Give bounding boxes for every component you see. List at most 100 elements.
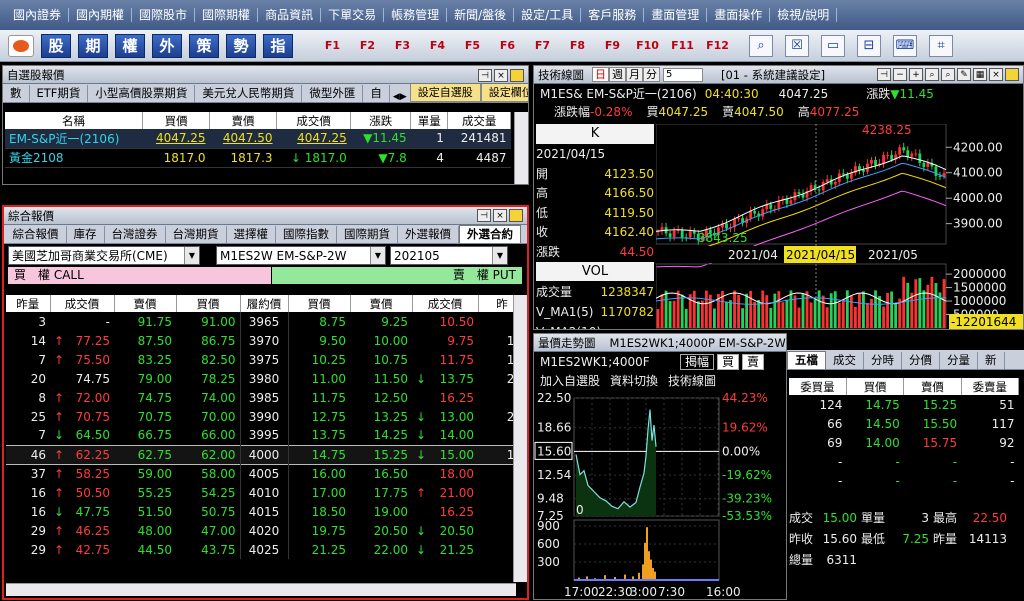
watch-col-header[interactable]: 賣價 xyxy=(209,112,278,129)
close-icon[interactable]: × xyxy=(989,68,1003,81)
depth-row[interactable]: 69 14.00 15.75 92 xyxy=(789,433,1019,452)
watch-tab-2[interactable]: 小型高價股票期貨 xyxy=(88,85,196,102)
menu-item-5[interactable]: 下單交易 xyxy=(321,8,385,22)
watch-col-header[interactable]: 名稱 xyxy=(5,112,144,129)
watch-col-header[interactable]: 成交量 xyxy=(447,112,511,129)
watch-tab-5[interactable]: 自 xyxy=(363,85,390,102)
combo-tab-0[interactable]: 綜合報價 xyxy=(6,226,67,243)
close-icon[interactable]: × xyxy=(494,69,508,82)
depth-row[interactable]: ---- xyxy=(789,471,1019,490)
period-button-0[interactable]: 日 xyxy=(592,67,609,82)
option-row[interactable]: 16↑50.5055.2554.25401017.0017.75↑21.001 xyxy=(6,483,526,502)
quick-key-0[interactable]: 股 xyxy=(41,33,71,58)
intraday-button-2[interactable]: 賣 xyxy=(742,353,765,370)
fkey-f6[interactable]: F6 xyxy=(490,39,525,52)
option-row[interactable]: 2074.7579.0078.25398011.0011.50↓13.7525 xyxy=(6,369,526,388)
period-button-2[interactable]: 月 xyxy=(626,67,643,82)
intraday-link-0[interactable]: 加入自選股 xyxy=(540,372,600,390)
option-col-header[interactable]: 買價 xyxy=(176,295,241,312)
option-col-header[interactable]: 買價 xyxy=(288,295,351,312)
fkey-f2[interactable]: F2 xyxy=(350,39,385,52)
depth-tab-2[interactable]: 分時 xyxy=(864,352,902,369)
zoom-icon[interactable]: ⌕ xyxy=(749,34,773,57)
fkey-f3[interactable]: F3 xyxy=(385,39,420,52)
help-icon[interactable]: ? xyxy=(509,209,523,222)
intraday-chart[interactable]: 22.50 44.23% 18.66 19.62% 15.60 0.00% 12.54 -19… xyxy=(534,392,787,600)
menu-item-0[interactable]: 國內證券 xyxy=(6,8,70,22)
depth-tab-3[interactable]: 分價 xyxy=(902,352,940,369)
zoom-in-icon[interactable]: ⌕ xyxy=(941,68,955,81)
depth-tab-1[interactable]: 成交 xyxy=(826,352,864,369)
option-col-header[interactable]: 履約價 xyxy=(240,295,289,312)
option-row[interactable]: 14↑77.2587.5086.7539709.5010.009.7519 xyxy=(6,331,526,350)
option-row[interactable]: 25↑70.7570.7570.00399012.7513.25↓13.0025 xyxy=(6,407,526,426)
depth-row[interactable]: 66 14.50 15.50 117 xyxy=(789,414,1019,433)
menu-item-4[interactable]: 商品資訊 xyxy=(258,8,322,22)
tools-icon[interactable]: ✎ xyxy=(957,68,971,81)
tile-icon[interactable]: ⊟ xyxy=(857,34,881,57)
plus-icon[interactable]: + xyxy=(909,68,923,81)
watch-col-header[interactable]: 成交價 xyxy=(276,112,352,129)
period-button-1[interactable]: 週 xyxy=(609,67,626,82)
quick-key-2[interactable]: 權 xyxy=(115,33,145,58)
pin-icon[interactable]: ⊣ xyxy=(877,68,891,81)
combo-tab-7[interactable]: 外選報價 xyxy=(398,226,459,243)
grid-icon[interactable]: ▦ xyxy=(973,68,987,81)
combo-tab-8[interactable]: 外選合約 xyxy=(459,225,521,243)
fkey-f12[interactable]: F12 xyxy=(700,39,735,52)
options-scrollbar[interactable] xyxy=(513,295,527,582)
contract-select[interactable]: M1ES2W EM-S&P-2W ▼ xyxy=(216,246,386,265)
menu-item-10[interactable]: 畫面管理 xyxy=(644,8,708,22)
menu-item-8[interactable]: 設定/工具 xyxy=(514,8,582,22)
close-icon[interactable]: × xyxy=(493,209,507,222)
depth-tab-4[interactable]: 分量 xyxy=(940,352,978,369)
zoom-out-icon[interactable]: ⌕ xyxy=(925,68,939,81)
help-icon[interactable]: ? xyxy=(1005,68,1019,81)
option-row[interactable]: 16↓47.7551.5050.75401518.5019.0016.251 xyxy=(6,502,526,521)
watch-row[interactable]: EM-S&P近一(2106) 4047.25 4047.50 4047.25 ▼11.4… xyxy=(5,129,511,148)
combo-tab-3[interactable]: 台灣期貨 xyxy=(166,226,227,243)
intraday-link-2[interactable]: 技術線圖 xyxy=(668,372,716,390)
watch-col-header[interactable]: 漲跌 xyxy=(350,112,412,129)
options-hscrollbar[interactable] xyxy=(6,583,516,596)
watch-row[interactable]: 黃金2108 1817.0 1817.3 ↓ 1817.0 ▼7.8 4 4487 xyxy=(5,148,511,167)
help-icon[interactable]: ? xyxy=(510,69,524,82)
fkey-f9[interactable]: F9 xyxy=(595,39,630,52)
menu-item-1[interactable]: 國內期權 xyxy=(69,8,133,22)
quick-key-3[interactable]: 外 xyxy=(152,33,182,58)
intraday-button-0[interactable]: 揭幅 xyxy=(680,353,715,370)
watch-tab-0[interactable]: 數 xyxy=(3,85,30,102)
combo-tab-1[interactable]: 庫存 xyxy=(67,226,105,243)
fkey-f7[interactable]: F7 xyxy=(525,39,560,52)
fkey-f10[interactable]: F10 xyxy=(630,39,665,52)
quick-key-1[interactable]: 期 xyxy=(78,33,108,58)
split-icon[interactable]: ▭ xyxy=(821,34,845,57)
menu-item-9[interactable]: 客戶服務 xyxy=(581,8,645,22)
app-logo[interactable] xyxy=(8,34,34,57)
exchange-select[interactable]: 美國芝加哥商業交易所(CME) ▼ xyxy=(8,246,200,265)
option-row[interactable]: 46↑62.2562.7562.00400014.7515.25↓15.0014 xyxy=(6,445,526,464)
period-number[interactable]: 5 xyxy=(663,67,703,82)
crop-icon[interactable]: ⌗ xyxy=(929,34,953,57)
menu-item-3[interactable]: 國際期權 xyxy=(195,8,259,22)
period-button-3[interactable]: 分 xyxy=(643,67,660,82)
option-col-header[interactable]: 賣價 xyxy=(350,295,413,312)
combo-tab-4[interactable]: 選擇權 xyxy=(227,226,276,243)
watch-setting-button-0[interactable]: 設定自選股 xyxy=(409,84,481,102)
month-select[interactable]: 202105 ▼ xyxy=(390,246,508,265)
watch-tab-4[interactable]: 微型外匯 xyxy=(302,85,364,102)
quick-key-4[interactable]: 策 xyxy=(189,33,219,58)
keyboard-icon[interactable]: ⌨ xyxy=(893,34,917,57)
option-row[interactable]: 8↑72.0074.7574.00398511.7512.5016.255 xyxy=(6,388,526,407)
menu-item-7[interactable]: 新聞/盤後 xyxy=(447,8,515,22)
quick-key-6[interactable]: 指 xyxy=(263,33,293,58)
depth-row[interactable]: 124 14.75 15.25 51 xyxy=(789,395,1019,414)
pin-icon[interactable]: ⊣ xyxy=(477,209,491,222)
combo-tab-5[interactable]: 國際指數 xyxy=(276,226,337,243)
option-row[interactable]: 3 - 91.75 91.00 3965 8.75 9.25 10.50 xyxy=(6,312,526,331)
watch-col-header[interactable]: 買價 xyxy=(142,112,211,129)
quick-key-5[interactable]: 勢 xyxy=(226,33,256,58)
depth-tab-5[interactable]: 新 xyxy=(978,352,1005,369)
option-row[interactable]: 7↑75.5083.2582.50397510.2510.7511.7516 xyxy=(6,350,526,369)
depth-row[interactable]: ---- xyxy=(789,452,1019,471)
